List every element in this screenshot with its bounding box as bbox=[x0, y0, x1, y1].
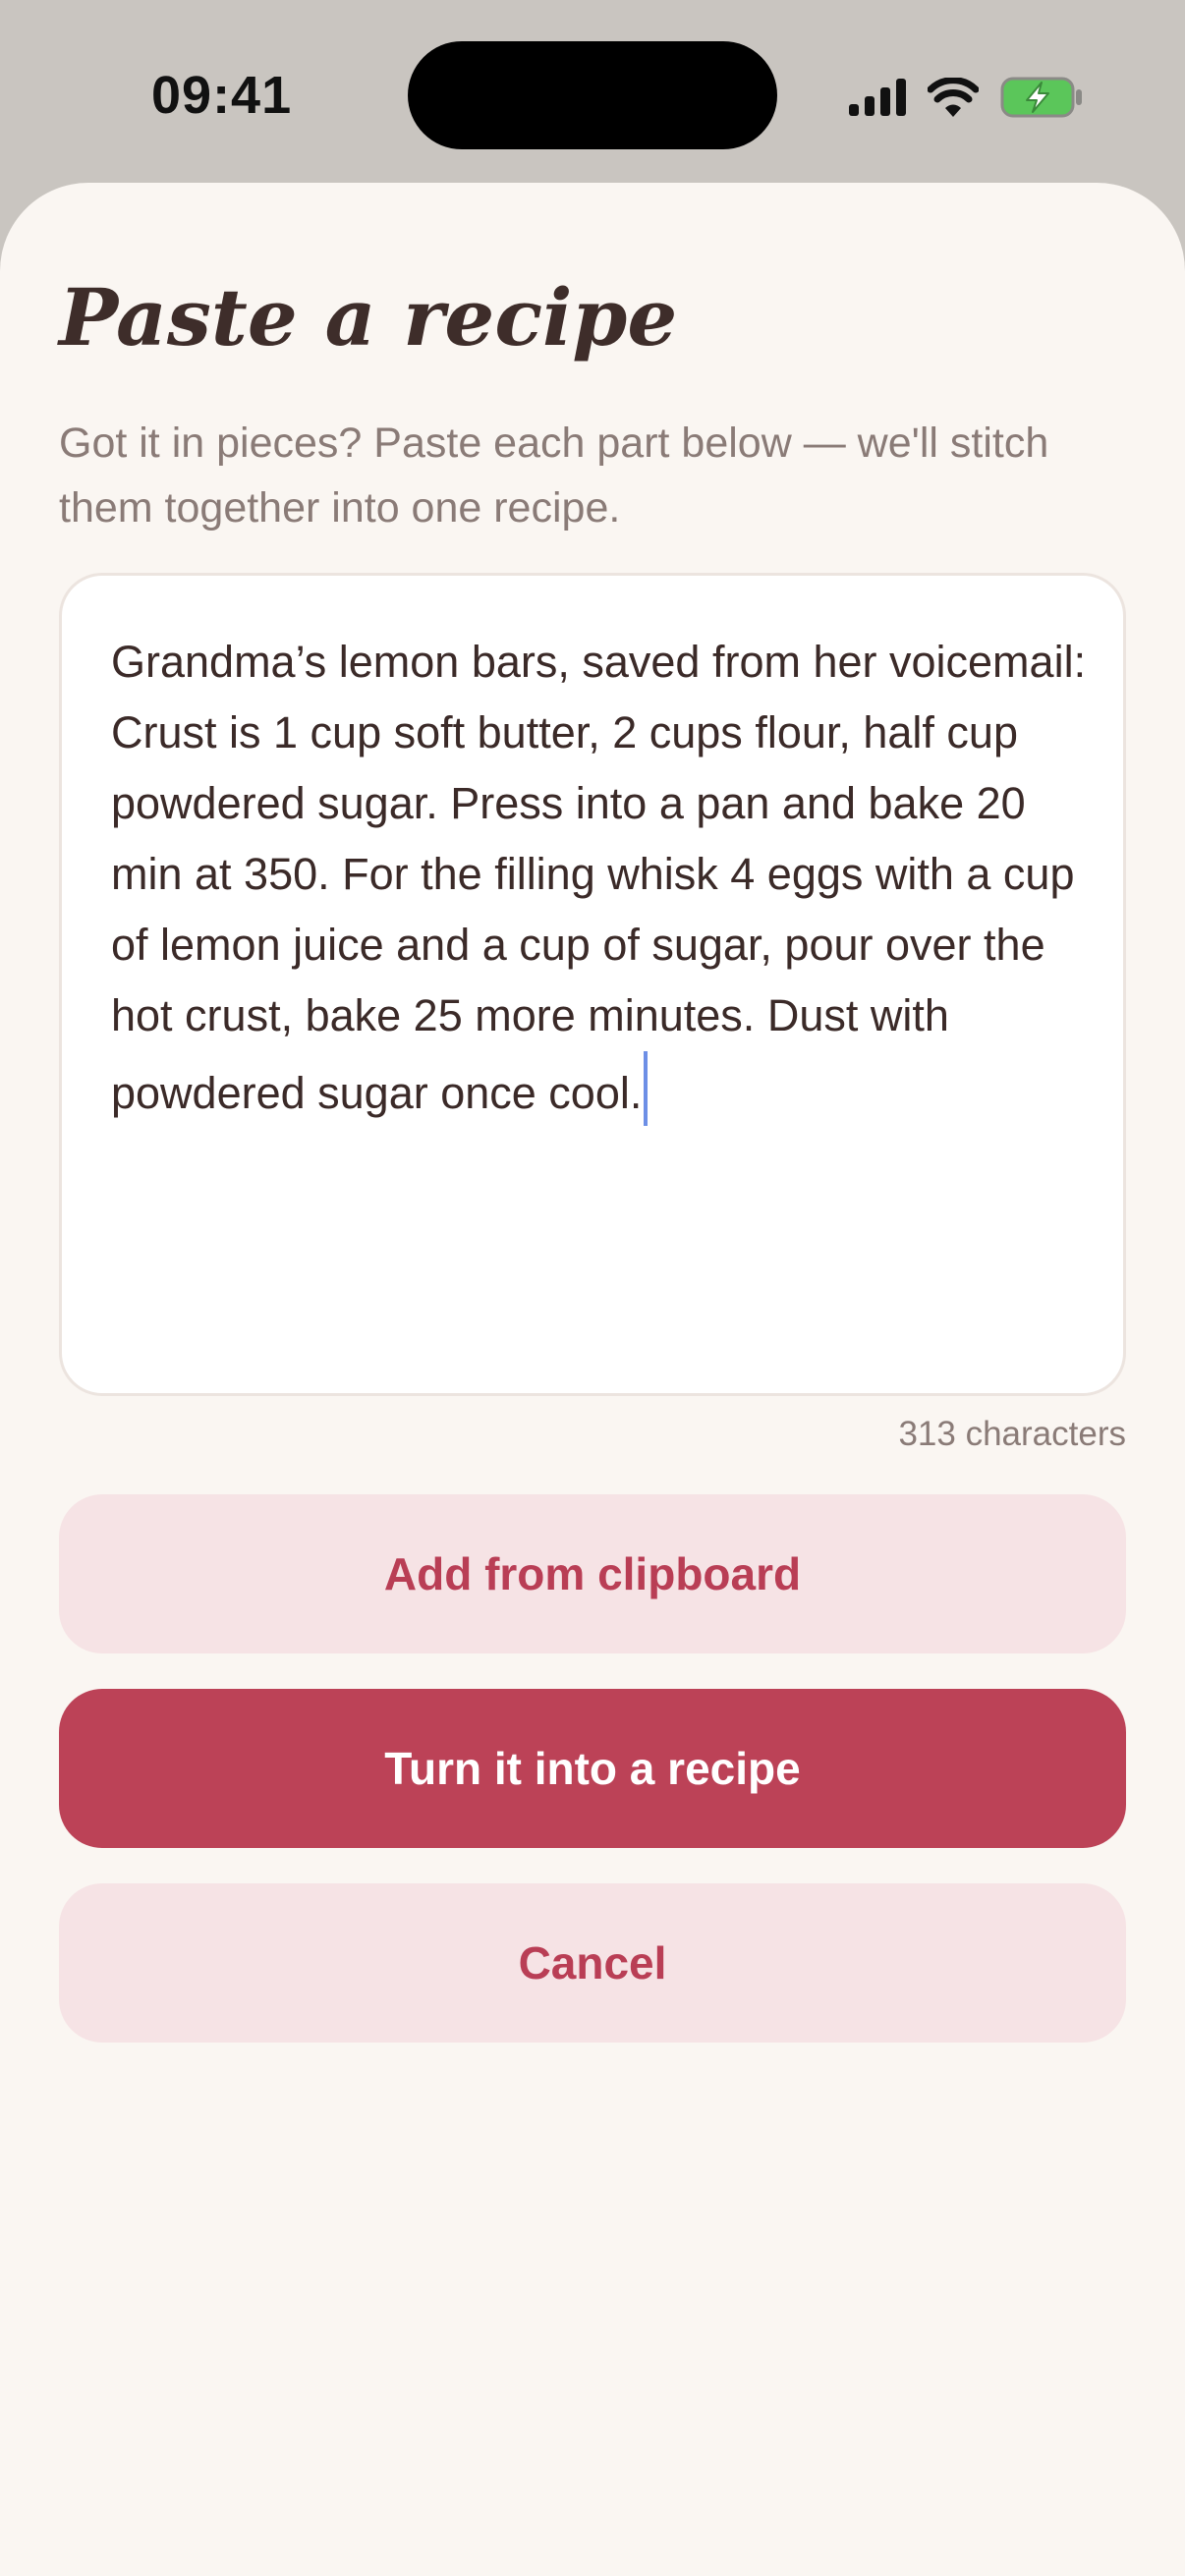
recipe-text-input[interactable]: Grandma’s lemon bars, saved from her voi… bbox=[59, 573, 1126, 1396]
page-subtitle: Got it in pieces? Paste each part below … bbox=[59, 420, 1049, 532]
status-bar: 09:41 bbox=[0, 0, 1185, 187]
cellular-signal-icon bbox=[849, 79, 906, 116]
battery-charging-icon bbox=[1000, 77, 1082, 118]
wifi-icon bbox=[928, 78, 979, 117]
dynamic-island bbox=[408, 41, 777, 149]
turn-into-recipe-button[interactable]: Turn it into a recipe bbox=[59, 1689, 1126, 1848]
cancel-button[interactable]: Cancel bbox=[59, 1883, 1126, 2043]
status-icons bbox=[849, 73, 1083, 122]
status-time: 09:41 bbox=[151, 66, 293, 125]
character-count: 313 characters bbox=[898, 1415, 1126, 1453]
text-caret bbox=[644, 1051, 649, 1126]
page-title: Paste a recipe bbox=[59, 271, 678, 364]
recipe-text-content[interactable]: Grandma’s lemon bars, saved from her voi… bbox=[111, 627, 1094, 1129]
add-from-clipboard-button[interactable]: Add from clipboard bbox=[59, 1494, 1126, 1653]
recipe-text-value: Grandma’s lemon bars, saved from her voi… bbox=[111, 637, 1087, 1118]
